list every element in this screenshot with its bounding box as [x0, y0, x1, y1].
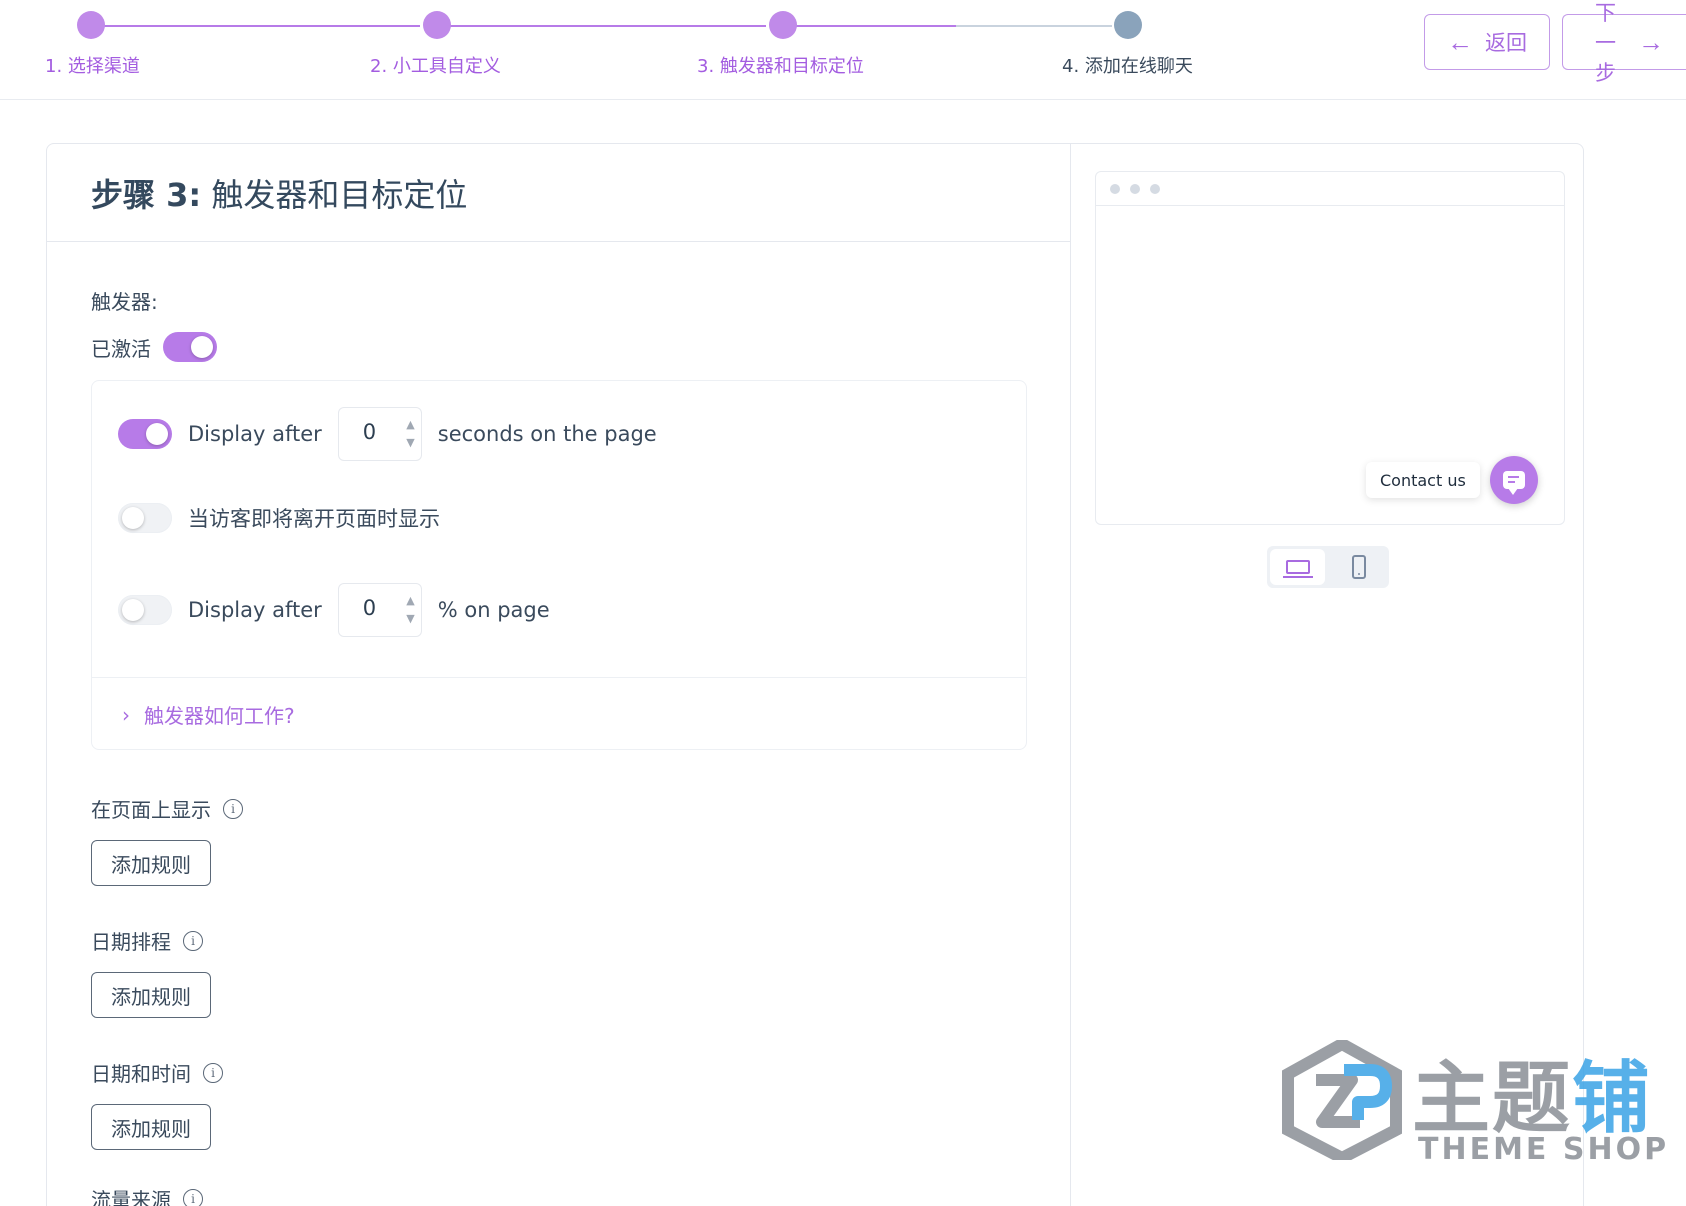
- date-time-heading: 日期和时间 i: [91, 1058, 223, 1087]
- step-label-2[interactable]: 2. 小工具自定义: [370, 52, 501, 78]
- toggle-knob: [122, 507, 144, 529]
- step-connector: [796, 25, 956, 27]
- chat-launcher-button[interactable]: [1490, 456, 1538, 504]
- page-title-text: 触发器和目标定位: [201, 176, 468, 214]
- arrow-right-icon: →: [1638, 27, 1664, 57]
- seconds-stepper[interactable]: ▲ ▼: [406, 416, 414, 452]
- trigger-time-row: Display after 0 ▲ ▼ seconds on the page: [118, 407, 657, 461]
- info-icon[interactable]: i: [183, 1188, 203, 1206]
- arrow-left-icon: ←: [1447, 27, 1473, 57]
- trigger-scroll-suffix: % on page: [437, 598, 550, 622]
- chat-bubble-icon: [1503, 471, 1525, 495]
- triggers-activated-row: 已激活: [91, 332, 217, 362]
- date-schedule-heading: 日期排程 i: [91, 926, 203, 955]
- triggers-help-toggle[interactable]: › 触发器如何工作?: [92, 677, 1026, 751]
- step-connector: [450, 25, 766, 27]
- step-label-4[interactable]: 4. 添加在线聊天: [1062, 52, 1193, 78]
- next-button-label: 下一步: [1595, 2, 1616, 85]
- step-dot-1[interactable]: [77, 11, 105, 39]
- toggle-knob: [191, 336, 213, 358]
- seconds-input[interactable]: 0 ▲ ▼: [337, 407, 422, 461]
- step-dot-4[interactable]: [1114, 11, 1142, 39]
- page-title-prefix: 步骤 3:: [91, 176, 202, 214]
- triggers-help-label: 触发器如何工作?: [144, 704, 295, 728]
- toggle-knob: [122, 599, 144, 621]
- browser-bar: [1096, 172, 1564, 206]
- window-dot: [1110, 183, 1120, 194]
- triggers-activated-toggle[interactable]: [163, 332, 217, 362]
- step-dot-3[interactable]: [769, 11, 797, 39]
- info-icon[interactable]: i: [183, 930, 203, 951]
- page-title: 步骤 3: 触发器和目标定位: [91, 170, 1026, 216]
- window-dot: [1150, 183, 1160, 194]
- add-datetime-rule-button[interactable]: 添加规则: [91, 1104, 211, 1150]
- device-switch: [1267, 546, 1389, 588]
- desktop-view-button[interactable]: [1270, 549, 1325, 585]
- trigger-time-suffix: seconds on the page: [437, 422, 657, 446]
- show-on-pages-label: 在页面上显示: [91, 798, 211, 822]
- trigger-exit-row: 当访客即将离开页面时显示: [118, 503, 440, 533]
- triggers-heading-text: 触发器:: [91, 290, 158, 314]
- watermark-text-gray: 主题: [1412, 1054, 1573, 1144]
- mobile-view-button[interactable]: [1328, 546, 1389, 588]
- percent-input[interactable]: 0 ▲ ▼: [337, 583, 422, 637]
- laptop-icon: [1282, 560, 1313, 578]
- trigger-exit-label: 当访客即将离开页面时显示: [188, 507, 440, 531]
- step-connector: [956, 25, 1112, 27]
- watermark-text-blue: 铺: [1572, 1054, 1653, 1144]
- back-button[interactable]: ← 返回: [1424, 14, 1550, 70]
- trigger-options-box: Display after 0 ▲ ▼ seconds on the page 当…: [91, 380, 1027, 750]
- step-connector: [104, 25, 420, 27]
- date-time-label: 日期和时间: [91, 1062, 191, 1086]
- step-label-1[interactable]: 1. 选择渠道: [45, 52, 140, 78]
- trigger-exit-toggle[interactable]: [118, 503, 172, 533]
- percent-value: 0: [362, 596, 377, 620]
- widget-preview: Contact us: [1095, 171, 1565, 525]
- trigger-scroll-row: Display after 0 ▲ ▼ % on page: [118, 583, 550, 637]
- decrement-icon[interactable]: ▼: [406, 610, 414, 628]
- increment-icon[interactable]: ▲: [406, 592, 414, 610]
- next-button[interactable]: 下一步 →: [1562, 2, 1686, 85]
- step-label-3[interactable]: 3. 触发器和目标定位: [697, 52, 864, 78]
- phone-icon: [1351, 555, 1366, 579]
- settings-pane: 步骤 3: 触发器和目标定位 触发器: 已激活 Display after 0 …: [47, 144, 1071, 1206]
- increment-icon[interactable]: ▲: [406, 416, 414, 434]
- date-schedule-label: 日期排程: [91, 930, 171, 954]
- theme-shop-logo-icon: [1282, 1040, 1402, 1160]
- contact-us-label: Contact us: [1366, 462, 1480, 498]
- trigger-time-toggle[interactable]: [118, 419, 172, 449]
- watermark: 主题铺 THEME SHOP: [1282, 1036, 1672, 1176]
- triggers-heading: 触发器:: [91, 286, 158, 315]
- activated-label: 已激活: [91, 336, 151, 361]
- info-icon[interactable]: i: [223, 798, 243, 819]
- trigger-time-prefix: Display after: [188, 422, 322, 446]
- trigger-scroll-prefix: Display after: [188, 598, 322, 622]
- toggle-knob: [146, 423, 168, 445]
- traffic-source-heading: 流量来源 i: [91, 1184, 203, 1206]
- chevron-right-icon: ›: [122, 702, 130, 727]
- card-header: 步骤 3: 触发器和目标定位: [47, 144, 1070, 242]
- info-icon[interactable]: i: [203, 1062, 223, 1083]
- watermark-subtitle: THEME SHOP: [1418, 1132, 1670, 1167]
- step-dot-2[interactable]: [423, 11, 451, 39]
- traffic-source-label: 流量来源: [91, 1188, 171, 1206]
- back-button-label: 返回: [1485, 32, 1527, 55]
- seconds-value: 0: [362, 420, 377, 444]
- decrement-icon[interactable]: ▼: [406, 434, 414, 452]
- trigger-scroll-toggle[interactable]: [118, 595, 172, 625]
- show-on-pages-heading: 在页面上显示 i: [91, 794, 243, 823]
- stepper-bar: 1. 选择渠道 2. 小工具自定义 3. 触发器和目标定位 4. 添加在线聊天 …: [0, 0, 1686, 100]
- add-schedule-rule-button[interactable]: 添加规则: [91, 972, 211, 1018]
- add-page-rule-button[interactable]: 添加规则: [91, 840, 211, 886]
- window-dot: [1130, 183, 1140, 194]
- percent-stepper[interactable]: ▲ ▼: [406, 592, 414, 628]
